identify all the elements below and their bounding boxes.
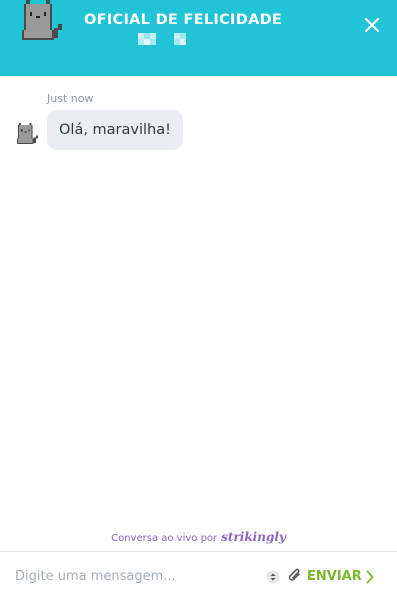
close-icon[interactable] bbox=[362, 15, 382, 35]
paperclip-icon[interactable] bbox=[287, 566, 303, 584]
message-timestamp: Just now bbox=[47, 92, 94, 105]
send-label: ENVIAR bbox=[307, 569, 362, 584]
send-button[interactable]: ENVIAR bbox=[307, 565, 374, 589]
chat-header: OFICIAL DE FELICIDADE bbox=[0, 0, 397, 76]
chevron-right-icon bbox=[366, 570, 374, 584]
emoji-icon[interactable] bbox=[266, 570, 280, 584]
powered-by-prefix: Conversa ao vivo por bbox=[111, 533, 218, 544]
message-bubble: Olá, maravilha! bbox=[47, 110, 183, 150]
status-indicator bbox=[138, 33, 186, 45]
strikingly-logo[interactable]: strikingly bbox=[221, 530, 286, 544]
powered-by[interactable]: Conversa ao vivo por strikingly bbox=[0, 530, 397, 544]
message-composer: ENVIAR bbox=[0, 551, 397, 601]
message-input[interactable] bbox=[0, 552, 258, 601]
pixel-cat-icon bbox=[17, 123, 38, 144]
chat-title: OFICIAL DE FELICIDADE bbox=[84, 12, 283, 28]
pixel-cat-icon bbox=[22, 0, 62, 40]
